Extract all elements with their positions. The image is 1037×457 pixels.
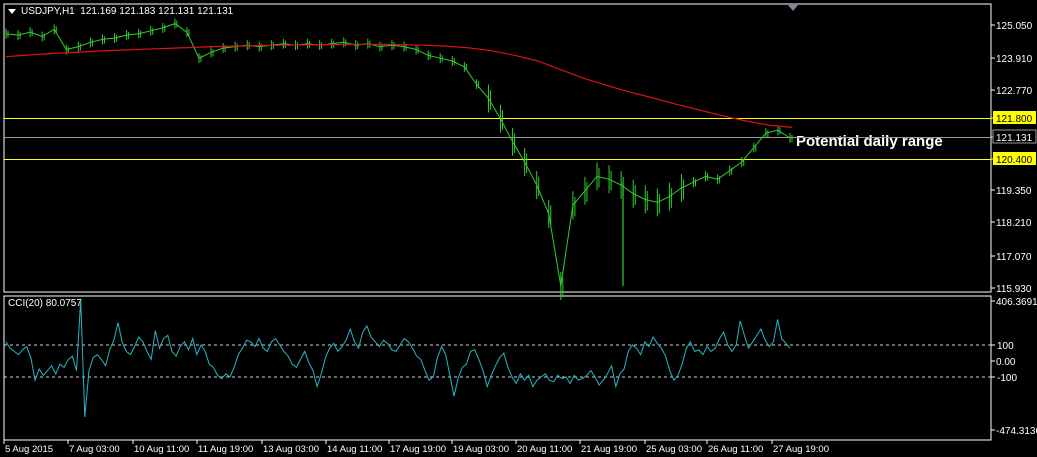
- cci-tick-label: 100: [997, 341, 1014, 352]
- time-tick-label: 25 Aug 03:00: [646, 444, 702, 455]
- price-tick-label: 121.800: [996, 114, 1033, 125]
- price-tick-label: 117.070: [996, 252, 1032, 263]
- shift-marker-icon: [788, 5, 798, 11]
- price-tick-label: 118.210: [996, 218, 1032, 229]
- price-tick-label: 120.400: [996, 155, 1033, 166]
- price-tick-label: 123.910: [996, 54, 1033, 65]
- moving-average-line: [5, 43, 793, 128]
- price-tick-label: 125.050: [996, 21, 1033, 32]
- price-series-line: [5, 23, 791, 287]
- time-tick-label: 5 Aug 2015: [5, 444, 53, 455]
- price-panel-frame: [3, 3, 992, 293]
- time-tick-label: 21 Aug 19:00: [581, 444, 637, 455]
- indicator-panel-frame: [3, 295, 992, 441]
- time-tick-label: 7 Aug 03:00: [69, 444, 120, 455]
- time-tick-label: 14 Aug 11:00: [327, 444, 382, 455]
- cci-tick-label: 406.3691: [996, 297, 1037, 308]
- price-tick-label: 119.350: [996, 186, 1032, 197]
- time-tick-label: 17 Aug 19:00: [390, 444, 446, 455]
- price-tick-label: 122.770: [996, 86, 1033, 97]
- price-tick-label: 115.930: [996, 284, 1032, 295]
- time-tick-label: 11 Aug 19:00: [198, 444, 253, 455]
- cci-tick-label: -100: [997, 373, 1017, 384]
- cci-tick-label: 0.00: [996, 357, 1016, 368]
- time-tick-label: 26 Aug 11:00: [708, 444, 763, 455]
- time-tick-label: 10 Aug 11:00: [134, 444, 189, 455]
- time-tick-label: 19 Aug 03:00: [453, 444, 509, 455]
- cci-line: [5, 300, 791, 418]
- time-tick-label: 13 Aug 03:00: [263, 444, 319, 455]
- price-tick-label: 121.131: [996, 133, 1033, 144]
- time-tick-label: 27 Aug 19:00: [773, 444, 829, 455]
- time-tick-label: 20 Aug 11:00: [517, 444, 572, 455]
- price-chart[interactable]: 125.050 123.910 122.770 121.800 121.131 120.4…: [0, 0, 1037, 457]
- cci-tick-label: -474.3136: [996, 426, 1037, 437]
